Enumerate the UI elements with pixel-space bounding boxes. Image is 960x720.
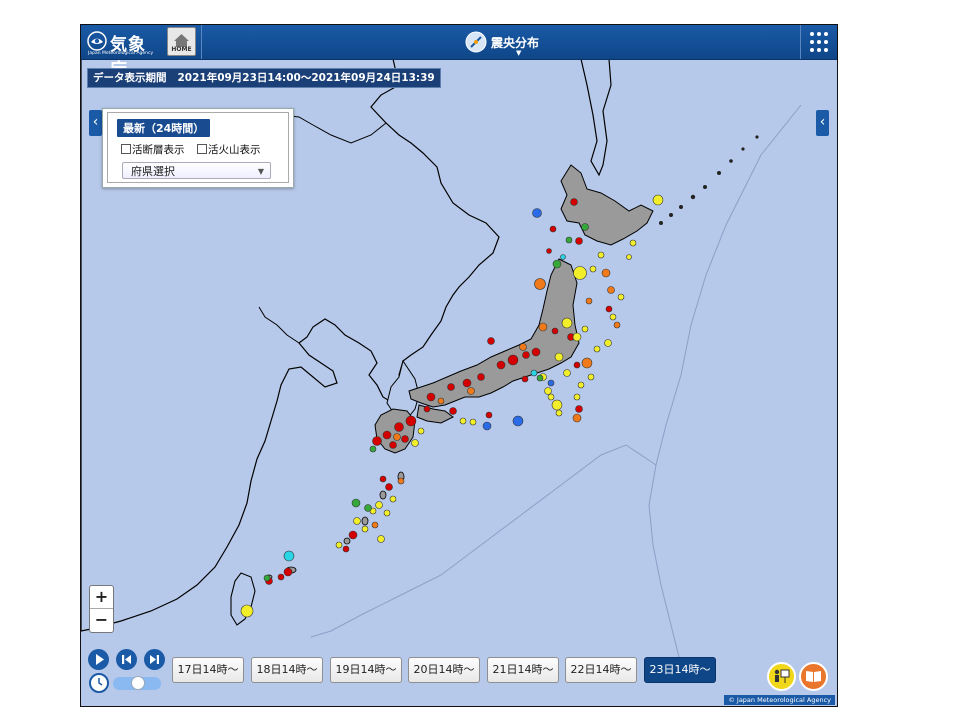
logo-subtitle: Japan Meteorological Agency <box>88 51 154 56</box>
grid-menu-button[interactable] <box>800 25 837 59</box>
prefecture-select[interactable]: 府県選択 ▼ <box>122 162 271 179</box>
person-sign-icon <box>774 669 790 683</box>
zoom-control: + − <box>89 585 114 633</box>
chevron-down-icon: ▼ <box>516 49 522 57</box>
timeline-button[interactable]: 21日14時～ <box>487 657 559 683</box>
play-icon <box>96 654 104 665</box>
right-panel-toggle[interactable]: ‹ <box>816 110 829 136</box>
period-range: 2021年09月23日14:00～2021年09月24日13:39 <box>177 72 435 84</box>
chevron-left-icon: ‹ <box>819 114 826 130</box>
prefecture-select-value: 府県選択 <box>131 165 175 178</box>
jma-logo-icon <box>87 31 107 51</box>
step-back-button[interactable] <box>116 649 137 670</box>
toggle-knob[interactable] <box>131 676 145 690</box>
zoom-in-button[interactable]: + <box>90 586 113 608</box>
active-volcano-label: 活火山表示 <box>208 144 261 156</box>
epicenter-icon <box>465 31 487 53</box>
auto-update-toggle[interactable] <box>113 676 161 690</box>
step-forward-button[interactable] <box>144 649 165 670</box>
skip-back-icon <box>122 655 131 664</box>
header-divider <box>201 25 202 59</box>
active-fault-checkbox[interactable]: 活断層表示 <box>121 142 185 157</box>
timeline-button[interactable]: 20日14時～ <box>408 657 480 683</box>
page-title: 震央分布 <box>491 36 540 50</box>
app-window: 気象庁 Japan Meteorological Agency HOME 震央分… <box>80 24 838 707</box>
active-volcano-checkbox[interactable]: 活火山表示 <box>197 142 261 157</box>
checkbox-box[interactable] <box>197 144 207 154</box>
chevron-left-icon: ‹ <box>92 114 99 130</box>
app-header: 気象庁 Japan Meteorological Agency HOME 震央分… <box>81 25 837 80</box>
period-label: データ表示期間 <box>93 72 167 84</box>
chevron-down-icon: ▼ <box>257 167 264 176</box>
options-panel: 最新（24時間） 活断層表示 活火山表示 府県選択 ▼ <box>102 108 294 188</box>
home-label: HOME <box>171 46 192 53</box>
clock-hands-icon <box>98 678 103 686</box>
timeline-button[interactable]: 17日14時～ <box>172 657 244 683</box>
timeline-button[interactable]: 23日14時～ <box>644 657 716 683</box>
active-fault-label: 活断層表示 <box>132 144 185 156</box>
copyright-credit: © Japan Meteorological Agency <box>724 695 835 705</box>
zoom-out-button[interactable]: − <box>90 608 113 631</box>
timeline-button[interactable]: 18日14時～ <box>251 657 323 683</box>
manual-button[interactable] <box>799 662 828 691</box>
jma-logo[interactable]: 気象庁 Japan Meteorological Agency <box>87 28 163 80</box>
home-button[interactable]: HOME <box>167 27 196 56</box>
left-panel-toggle[interactable]: ‹ <box>89 110 102 136</box>
clock-icon[interactable] <box>89 673 109 693</box>
data-period-banner: データ表示期間 2021年09月23日14:00～2021年09月24日13:3… <box>87 68 441 88</box>
latest-24h-badge[interactable]: 最新（24時間） <box>117 119 211 137</box>
play-button[interactable] <box>88 649 109 670</box>
timeline-button[interactable]: 19日14時～ <box>330 657 402 683</box>
timeline-button[interactable]: 22日14時～ <box>565 657 637 683</box>
grid-menu-icon <box>810 32 828 52</box>
book-icon <box>806 671 821 682</box>
skip-forward-icon <box>150 655 159 664</box>
checkbox-box[interactable] <box>121 144 131 154</box>
guide-button[interactable] <box>767 662 796 691</box>
